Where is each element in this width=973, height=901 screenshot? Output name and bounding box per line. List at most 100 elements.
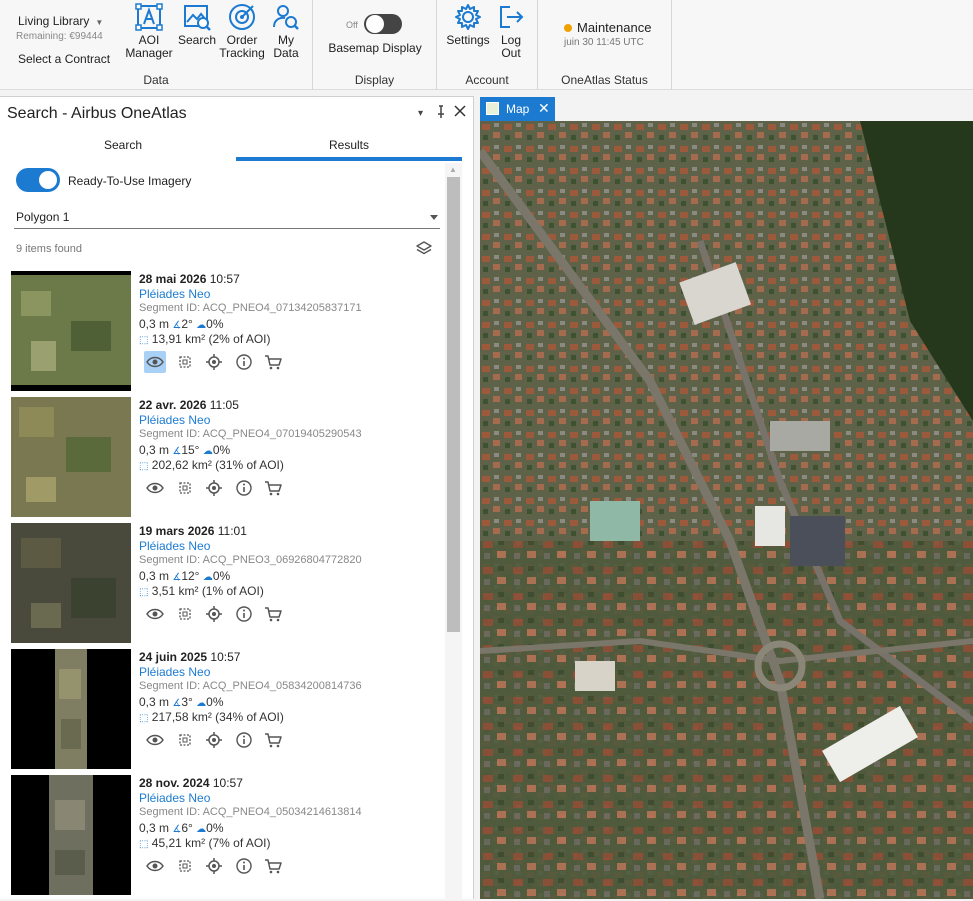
cart-icon[interactable]	[262, 603, 284, 625]
preview-eye-icon[interactable]	[144, 855, 166, 877]
cloud-icon: ☁	[196, 824, 207, 835]
result-card[interactable]: 22 avr. 2026 11:05 Pléiades Neo Segment ID…	[0, 397, 445, 523]
pane-menu-icon[interactable]: ▾	[418, 108, 423, 119]
result-area: ⬚ 13,91 km² (2% of AOI)	[139, 332, 271, 346]
results-scrollbar[interactable]: ▲	[445, 163, 462, 900]
result-sensor[interactable]: Pléiades Neo	[139, 791, 210, 805]
cart-icon[interactable]	[262, 351, 284, 373]
footprint-icon[interactable]	[174, 729, 196, 751]
remaining-credit: Remaining: €99444	[16, 31, 103, 42]
angle-icon: ∡	[172, 446, 182, 457]
area-icon: ⬚	[139, 335, 149, 346]
result-card[interactable]: 19 mars 2026 11:01 Pléiades Neo Segment ID…	[0, 523, 445, 649]
result-date: 28 nov. 2024 10:57	[139, 776, 243, 790]
result-thumbnail[interactable]	[11, 523, 131, 643]
tab-search[interactable]: Search	[10, 133, 236, 161]
preview-eye-icon[interactable]	[144, 603, 166, 625]
my-data-label: My Data	[273, 33, 299, 60]
logout-icon	[500, 6, 524, 28]
cart-icon[interactable]	[262, 729, 284, 751]
angle-icon: ∡	[172, 824, 182, 835]
result-meta: 0,3 m ∡2° ☁0%	[139, 317, 224, 331]
locate-icon[interactable]	[203, 351, 225, 373]
angle-icon: ∡	[172, 320, 182, 331]
area-icon: ⬚	[139, 839, 149, 850]
footprint-icon[interactable]	[174, 603, 196, 625]
angle-icon: ∡	[172, 572, 182, 583]
map-icon	[486, 102, 499, 115]
result-date: 28 mai 2026 10:57	[139, 272, 240, 286]
search-pane: Search - Airbus OneAtlas ▾ Search Result…	[0, 96, 474, 901]
result-card[interactable]: 28 mai 2026 10:57 Pléiades Neo Segment ID:…	[0, 271, 445, 397]
footprint-icon[interactable]	[174, 855, 196, 877]
result-sensor[interactable]: Pléiades Neo	[139, 665, 210, 679]
aoi-manager-button[interactable]: AOI Manager	[122, 2, 176, 60]
ready-to-use-toggle[interactable]	[16, 168, 60, 192]
info-icon[interactable]	[233, 477, 255, 499]
locate-icon[interactable]	[203, 603, 225, 625]
scroll-up-icon[interactable]: ▲	[449, 165, 457, 174]
cart-icon[interactable]	[262, 855, 284, 877]
data-group: Living Library ▼ Remaining: €99444 Select…	[0, 0, 313, 90]
result-thumbnail[interactable]	[11, 649, 131, 769]
info-icon[interactable]	[233, 855, 255, 877]
preview-eye-icon[interactable]	[144, 729, 166, 751]
aoi-icon	[135, 3, 163, 31]
close-icon[interactable]: ✕	[538, 100, 550, 117]
locate-icon[interactable]	[203, 855, 225, 877]
pin-icon[interactable]	[436, 105, 446, 122]
result-date: 22 avr. 2026 11:05	[139, 398, 239, 412]
basemap-toggle[interactable]	[364, 14, 402, 34]
result-meta: 0,3 m ∡12° ☁0%	[139, 569, 231, 583]
status-group-label: OneAtlas Status	[561, 73, 648, 87]
my-data-button[interactable]: My Data	[266, 2, 306, 60]
result-date: 24 juin 2025 10:57	[139, 650, 241, 664]
polygon-select[interactable]: Polygon 1	[14, 205, 440, 229]
account-group: Settings Log Out Account	[437, 0, 538, 90]
info-icon[interactable]	[233, 729, 255, 751]
locate-icon[interactable]	[203, 477, 225, 499]
order-tracking-label: Order Tracking	[219, 33, 265, 60]
order-tracking-button[interactable]: Order Tracking	[218, 2, 266, 60]
result-sensor[interactable]: Pléiades Neo	[139, 413, 210, 427]
tracking-icon	[229, 4, 255, 30]
close-icon[interactable]	[454, 105, 466, 120]
scroll-thumb[interactable]	[447, 177, 460, 632]
map-view[interactable]	[480, 121, 973, 899]
result-segment-id: Segment ID: ACQ_PNEO4_05034214613814	[139, 806, 362, 818]
tab-map[interactable]: Map ✕	[480, 97, 555, 121]
settings-button[interactable]: Settings	[445, 2, 491, 47]
preview-eye-icon[interactable]	[144, 477, 166, 499]
preview-eye-icon[interactable]	[144, 351, 166, 373]
library-selector[interactable]: Living Library ▼	[18, 14, 103, 28]
image-search-icon	[184, 5, 211, 31]
locate-icon[interactable]	[203, 729, 225, 751]
footprint-icon[interactable]	[174, 351, 196, 373]
info-icon[interactable]	[233, 603, 255, 625]
cart-icon[interactable]	[262, 477, 284, 499]
result-area: ⬚ 217,58 km² (34% of AOI)	[139, 710, 284, 724]
result-thumbnail[interactable]	[11, 397, 131, 517]
cloud-icon: ☁	[202, 572, 213, 583]
cloud-icon: ☁	[202, 446, 213, 457]
info-icon[interactable]	[233, 351, 255, 373]
display-group-label: Display	[354, 73, 395, 87]
satellite-imagery	[480, 121, 973, 899]
result-thumbnail[interactable]	[11, 271, 131, 391]
result-sensor[interactable]: Pléiades Neo	[139, 539, 210, 553]
result-sensor[interactable]: Pléiades Neo	[139, 287, 210, 301]
search-label: Search	[177, 33, 217, 47]
result-thumbnail[interactable]	[11, 775, 131, 895]
result-card[interactable]: 28 nov. 2024 10:57 Pléiades Neo Segment ID…	[0, 775, 445, 901]
search-button[interactable]: Search	[176, 2, 218, 47]
tab-results[interactable]: Results	[236, 133, 462, 161]
map-tab-label: Map	[506, 102, 530, 116]
items-found: 9 items found	[16, 243, 83, 255]
select-contract-link[interactable]: Select a Contract	[18, 52, 110, 66]
cloud-icon: ☁	[196, 698, 207, 709]
gear-icon	[455, 4, 481, 30]
footprint-icon[interactable]	[174, 477, 196, 499]
result-card[interactable]: 24 juin 2025 10:57 Pléiades Neo Segment ID…	[0, 649, 445, 775]
logout-button[interactable]: Log Out	[495, 2, 527, 60]
layers-icon[interactable]	[415, 240, 433, 258]
